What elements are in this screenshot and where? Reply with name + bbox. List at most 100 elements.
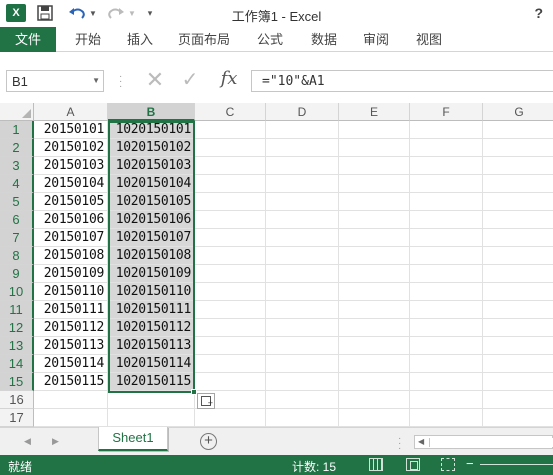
cell-e17[interactable] (339, 409, 410, 427)
column-header-f[interactable]: F (410, 103, 483, 121)
cell-f11[interactable] (410, 301, 483, 319)
formula-input[interactable]: ="10"&A1 (251, 70, 553, 92)
cell-d7[interactable] (266, 229, 339, 247)
cell-b2[interactable]: 1020150102 (108, 139, 195, 157)
cell-f17[interactable] (410, 409, 483, 427)
cell-c3[interactable] (195, 157, 266, 175)
cell-b14[interactable]: 1020150114 (108, 355, 195, 373)
cell-c4[interactable] (195, 175, 266, 193)
cell-a15[interactable]: 20150115 (34, 373, 108, 391)
quick-analysis-icon[interactable]: + (197, 393, 215, 409)
cell-d9[interactable] (266, 265, 339, 283)
cell-a12[interactable]: 20150112 (34, 319, 108, 337)
cell-g8[interactable] (483, 247, 553, 265)
cell-g10[interactable] (483, 283, 553, 301)
cell-f4[interactable] (410, 175, 483, 193)
cell-b15[interactable]: 1020150115 (108, 373, 195, 391)
tab-file[interactable]: 文件 (0, 27, 56, 52)
horizontal-scrollbar[interactable]: ◀ (414, 435, 553, 449)
row-header[interactable]: 4 (0, 175, 34, 193)
row-header[interactable]: 13 (0, 337, 34, 355)
cell-d15[interactable] (266, 373, 339, 391)
cell-a17[interactable] (34, 409, 108, 427)
prev-sheet-icon[interactable]: ◀ (24, 436, 31, 447)
cell-d4[interactable] (266, 175, 339, 193)
cell-b10[interactable]: 1020150110 (108, 283, 195, 301)
normal-view-icon[interactable] (369, 458, 383, 471)
zoom-out-icon[interactable]: − (466, 456, 474, 471)
cell-b17[interactable] (108, 409, 195, 427)
cell-a14[interactable]: 20150114 (34, 355, 108, 373)
cell-d16[interactable] (266, 391, 339, 409)
scroll-left-icon[interactable]: ◀ (418, 437, 424, 446)
cell-f12[interactable] (410, 319, 483, 337)
cell-c6[interactable] (195, 211, 266, 229)
cell-d17[interactable] (266, 409, 339, 427)
cell-e16[interactable] (339, 391, 410, 409)
tab-review[interactable]: 审阅 (352, 27, 400, 52)
name-box[interactable]: B1 ▼ (6, 70, 104, 92)
row-header[interactable]: 14 (0, 355, 34, 373)
cell-g16[interactable] (483, 391, 553, 409)
cell-b1[interactable]: 1020150101 (108, 121, 195, 139)
row-header[interactable]: 15 (0, 373, 34, 391)
cell-e4[interactable] (339, 175, 410, 193)
column-header-a[interactable]: A (34, 103, 108, 121)
cell-f8[interactable] (410, 247, 483, 265)
cell-e8[interactable] (339, 247, 410, 265)
cell-f1[interactable] (410, 121, 483, 139)
next-sheet-icon[interactable]: ▶ (52, 436, 59, 447)
cell-f14[interactable] (410, 355, 483, 373)
cell-d5[interactable] (266, 193, 339, 211)
cell-g14[interactable] (483, 355, 553, 373)
cell-c17[interactable] (195, 409, 266, 427)
cell-a11[interactable]: 20150111 (34, 301, 108, 319)
cell-c10[interactable] (195, 283, 266, 301)
row-header[interactable]: 2 (0, 139, 34, 157)
cell-e3[interactable] (339, 157, 410, 175)
cell-g3[interactable] (483, 157, 553, 175)
cell-e15[interactable] (339, 373, 410, 391)
cell-c11[interactable] (195, 301, 266, 319)
cell-b8[interactable]: 1020150108 (108, 247, 195, 265)
row-header[interactable]: 6 (0, 211, 34, 229)
cell-d10[interactable] (266, 283, 339, 301)
cell-d3[interactable] (266, 157, 339, 175)
column-header-c[interactable]: C (195, 103, 266, 121)
cell-b13[interactable]: 1020150113 (108, 337, 195, 355)
cell-e10[interactable] (339, 283, 410, 301)
cell-f16[interactable] (410, 391, 483, 409)
tab-view[interactable]: 视图 (405, 27, 453, 52)
cell-e11[interactable] (339, 301, 410, 319)
cell-a1[interactable]: 20150101 (34, 121, 108, 139)
cell-g12[interactable] (483, 319, 553, 337)
cell-c12[interactable] (195, 319, 266, 337)
scrollbar-thumb[interactable] (429, 438, 553, 447)
cell-f15[interactable] (410, 373, 483, 391)
cell-c13[interactable] (195, 337, 266, 355)
cell-a9[interactable]: 20150109 (34, 265, 108, 283)
cell-d8[interactable] (266, 247, 339, 265)
cell-a13[interactable]: 20150113 (34, 337, 108, 355)
page-layout-view-icon[interactable] (406, 458, 420, 471)
cell-d1[interactable] (266, 121, 339, 139)
cell-g17[interactable] (483, 409, 553, 427)
cell-a4[interactable]: 20150104 (34, 175, 108, 193)
cell-b11[interactable]: 1020150111 (108, 301, 195, 319)
cell-f3[interactable] (410, 157, 483, 175)
cell-b12[interactable]: 1020150112 (108, 319, 195, 337)
cell-c14[interactable] (195, 355, 266, 373)
cell-g4[interactable] (483, 175, 553, 193)
cell-a6[interactable]: 20150106 (34, 211, 108, 229)
cell-e9[interactable] (339, 265, 410, 283)
cell-f7[interactable] (410, 229, 483, 247)
row-header[interactable]: 9 (0, 265, 34, 283)
cell-d11[interactable] (266, 301, 339, 319)
page-break-view-icon[interactable] (441, 458, 455, 471)
cell-e13[interactable] (339, 337, 410, 355)
tab-data[interactable]: 数据 (300, 27, 348, 52)
cell-b16[interactable] (108, 391, 195, 409)
cell-f6[interactable] (410, 211, 483, 229)
column-header-b[interactable]: B (108, 103, 195, 121)
cell-e2[interactable] (339, 139, 410, 157)
